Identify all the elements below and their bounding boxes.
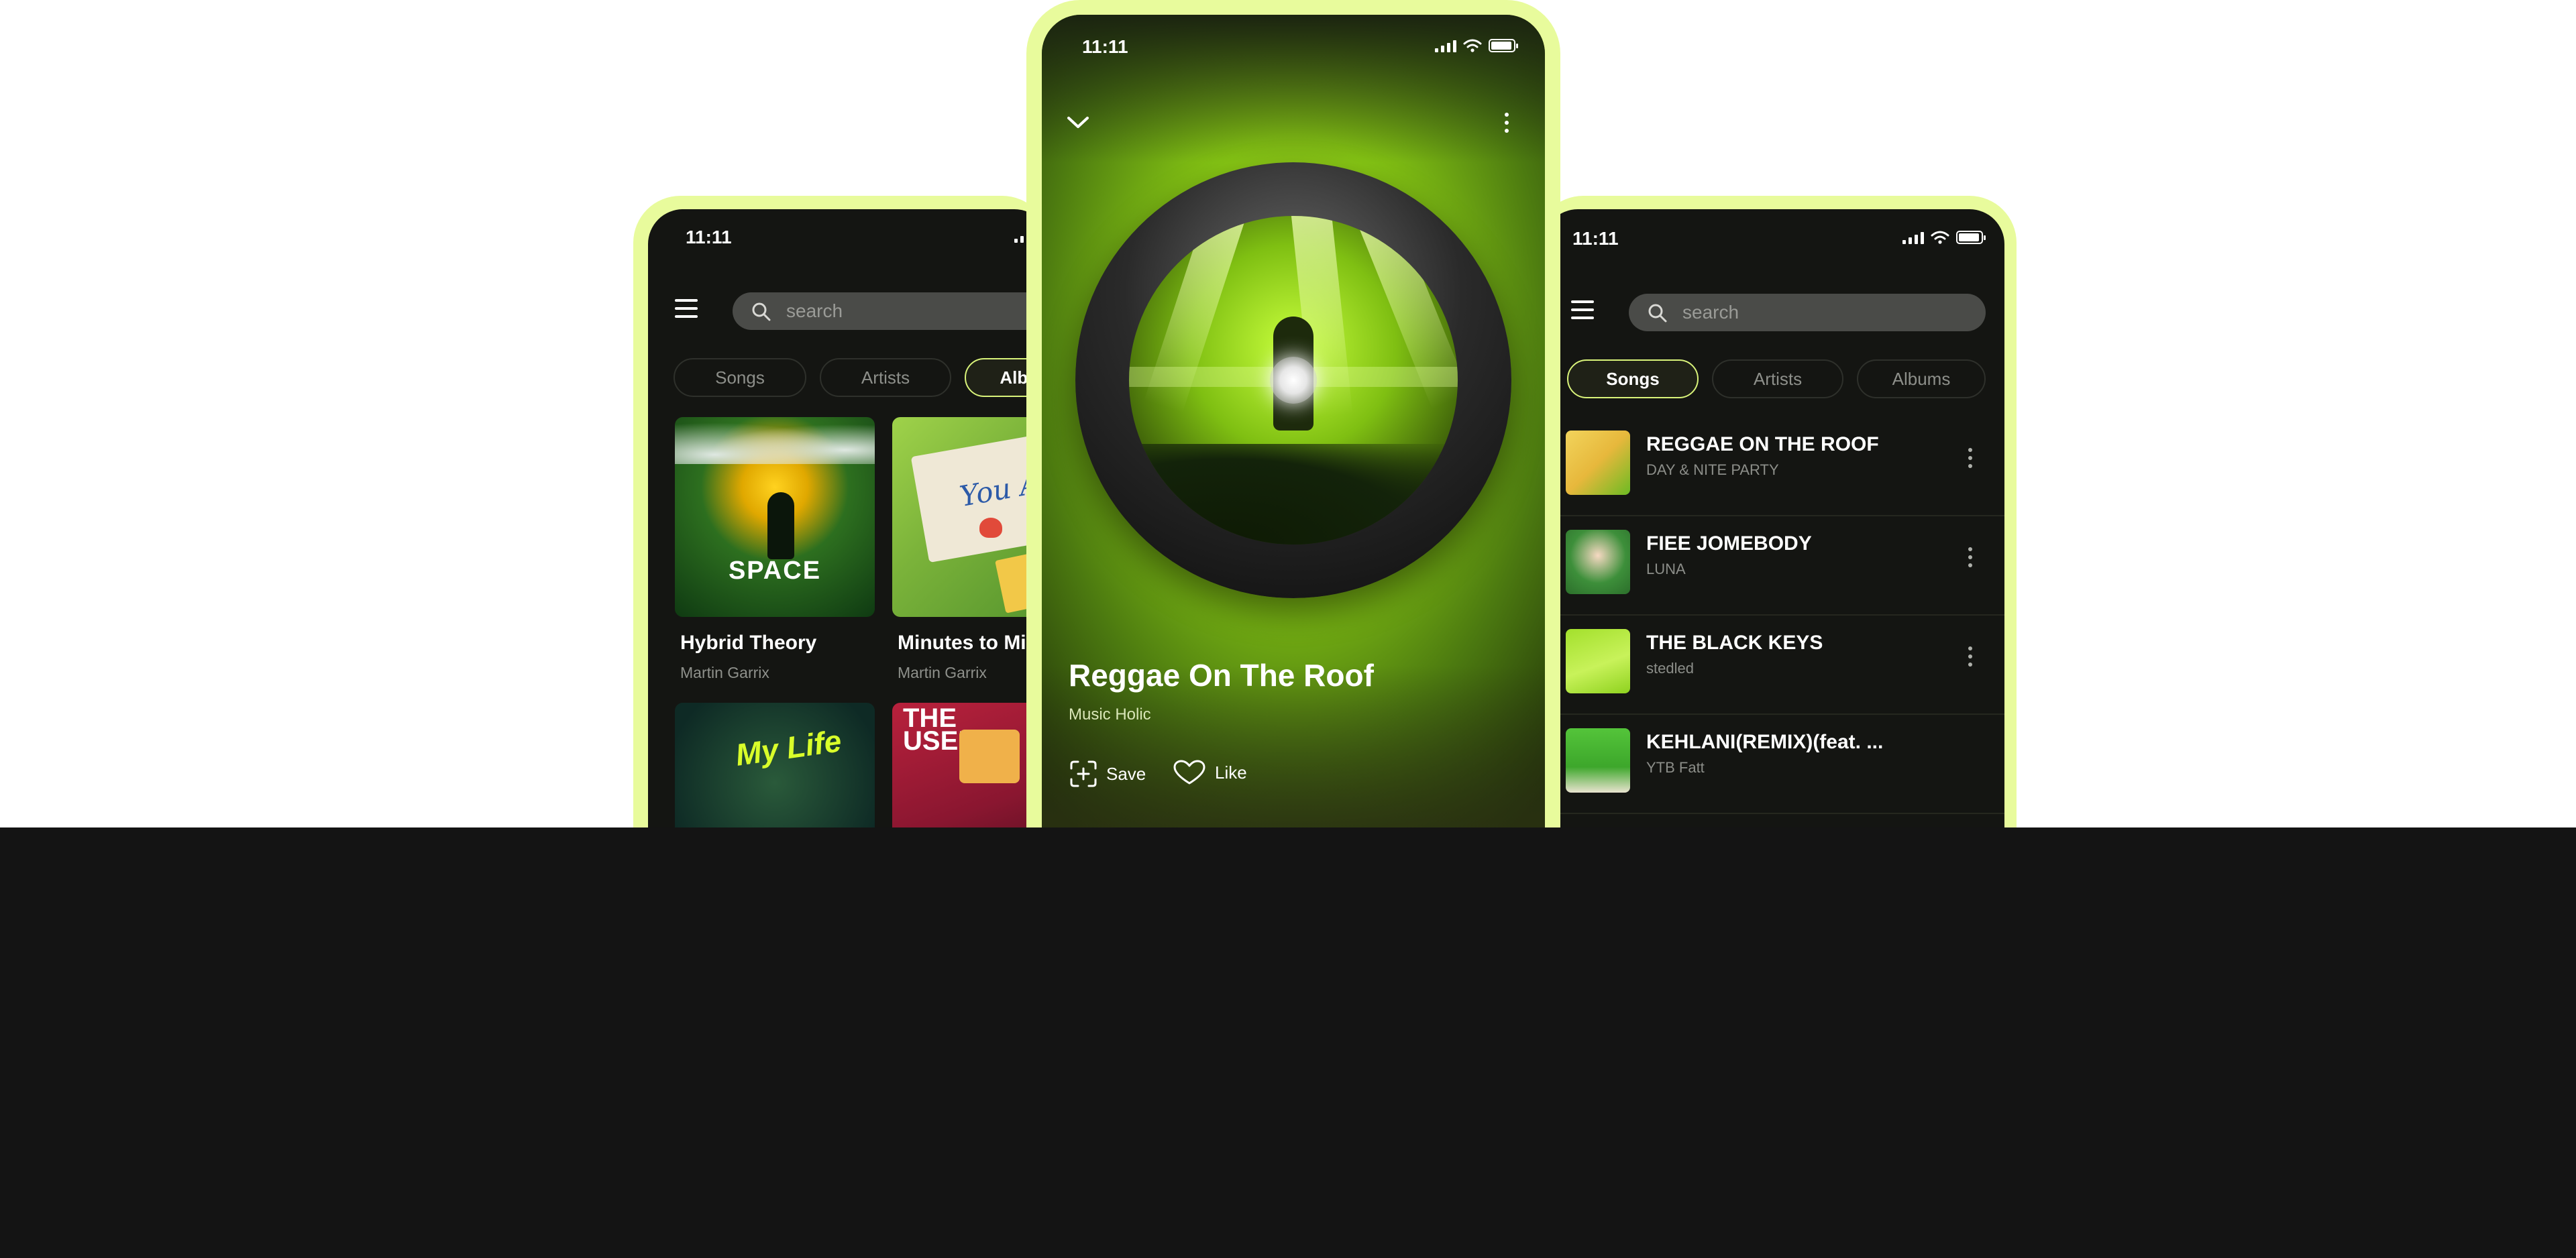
status-time: 11:11 bbox=[1082, 36, 1128, 57]
tab-artists[interactable]: Artists bbox=[1712, 359, 1843, 398]
menu-icon[interactable] bbox=[675, 299, 698, 323]
song-artist: DAY & NITE PARTY bbox=[1646, 461, 1779, 478]
search-icon bbox=[752, 302, 771, 321]
album-artist: Martin Garrix bbox=[898, 664, 987, 681]
song-artist: YTB Fatt bbox=[1646, 759, 1705, 776]
song-title: FIEE JOMEBODY bbox=[1646, 532, 1812, 555]
showcase-stage: 11:11 search Songs Artists Albums SPACE … bbox=[0, 0, 2576, 827]
center-phone-screen: 11:11 Reggae On The Roof Music Holic Sav… bbox=[1042, 15, 1545, 827]
song-thumbnail bbox=[1566, 629, 1630, 693]
dark-footer-band bbox=[0, 827, 2576, 1258]
menu-icon[interactable] bbox=[1571, 300, 1594, 325]
status-time: 11:11 bbox=[686, 227, 732, 247]
search-placeholder: search bbox=[1682, 302, 1739, 323]
like-button[interactable]: Like bbox=[1172, 759, 1247, 786]
album-cover[interactable]: You Are bbox=[892, 417, 1049, 617]
song-row[interactable]: REGGAE ON THE ROOF DAY & NITE PARTY bbox=[1543, 416, 2004, 516]
album-cover[interactable]: THE USED bbox=[892, 703, 1049, 827]
left-phone-screen: 11:11 search Songs Artists Albums SPACE … bbox=[648, 209, 1049, 827]
tab-artists[interactable]: Artists bbox=[820, 358, 951, 397]
song-title: Reggae On The Roof bbox=[1069, 658, 1374, 693]
search-input[interactable]: search bbox=[1629, 294, 1986, 331]
like-label: Like bbox=[1215, 762, 1247, 783]
record-hub bbox=[1270, 357, 1317, 404]
album-artist: Martin Garrix bbox=[680, 664, 769, 681]
save-icon bbox=[1070, 760, 1097, 787]
song-thumbnail bbox=[1566, 728, 1630, 793]
right-phone-screen: 11:11 search Songs Artists Albums REGGAE… bbox=[1543, 209, 2004, 827]
song-artist: stedled bbox=[1646, 660, 1694, 677]
tab-songs[interactable]: Songs bbox=[674, 358, 806, 397]
song-row[interactable]: THE BLACK KEYS stedled bbox=[1543, 614, 2004, 715]
save-label: Save bbox=[1106, 763, 1146, 784]
search-icon bbox=[1648, 304, 1667, 323]
album-cover[interactable]: My Life bbox=[675, 703, 875, 827]
heart-icon bbox=[1173, 760, 1205, 785]
more-icon[interactable] bbox=[1968, 547, 1974, 571]
song-title: REGGAE ON THE ROOF bbox=[1646, 433, 1879, 455]
song-artist: Music Holic bbox=[1069, 705, 1151, 724]
save-button[interactable]: Save bbox=[1069, 759, 1146, 789]
search-placeholder: search bbox=[786, 300, 843, 321]
tab-songs[interactable]: Songs bbox=[1567, 359, 1699, 398]
song-thumbnail bbox=[1566, 530, 1630, 594]
album-cover-text: My Life bbox=[733, 723, 844, 773]
status-icons bbox=[1435, 39, 1518, 52]
more-icon[interactable] bbox=[1968, 448, 1974, 472]
battery-icon bbox=[1489, 39, 1518, 52]
album-cover-text: SPACE bbox=[728, 557, 822, 585]
album-title: Hybrid Theory bbox=[680, 632, 817, 654]
record-disc bbox=[1075, 162, 1511, 598]
chevron-down-icon[interactable] bbox=[1066, 114, 1090, 130]
signal-icon bbox=[1435, 40, 1456, 52]
song-artist: LUNA bbox=[1646, 561, 1686, 577]
song-row[interactable]: FIEE JOMEBODY LUNA bbox=[1543, 515, 2004, 616]
status-time: 11:11 bbox=[1572, 228, 1619, 249]
song-title: THE BLACK KEYS bbox=[1646, 632, 1823, 654]
wifi-icon bbox=[1931, 231, 1949, 244]
status-icons bbox=[1902, 231, 1986, 244]
song-row[interactable]: KEHLANI(REMIX)(feat. ... YTB Fatt bbox=[1543, 713, 2004, 814]
album-cover-text: THE USED bbox=[903, 703, 978, 756]
tab-albums[interactable]: Albums bbox=[1857, 359, 1986, 398]
more-icon[interactable] bbox=[1505, 113, 1510, 137]
album-cover[interactable]: SPACE bbox=[675, 417, 875, 617]
search-input[interactable]: search bbox=[733, 292, 1049, 330]
signal-icon bbox=[1902, 232, 1924, 244]
song-title: KEHLANI(REMIX)(feat. ... bbox=[1646, 731, 1884, 753]
more-icon[interactable] bbox=[1968, 646, 1974, 671]
battery-icon bbox=[1956, 231, 1986, 244]
wifi-icon bbox=[1463, 39, 1482, 52]
song-thumbnail bbox=[1566, 431, 1630, 495]
